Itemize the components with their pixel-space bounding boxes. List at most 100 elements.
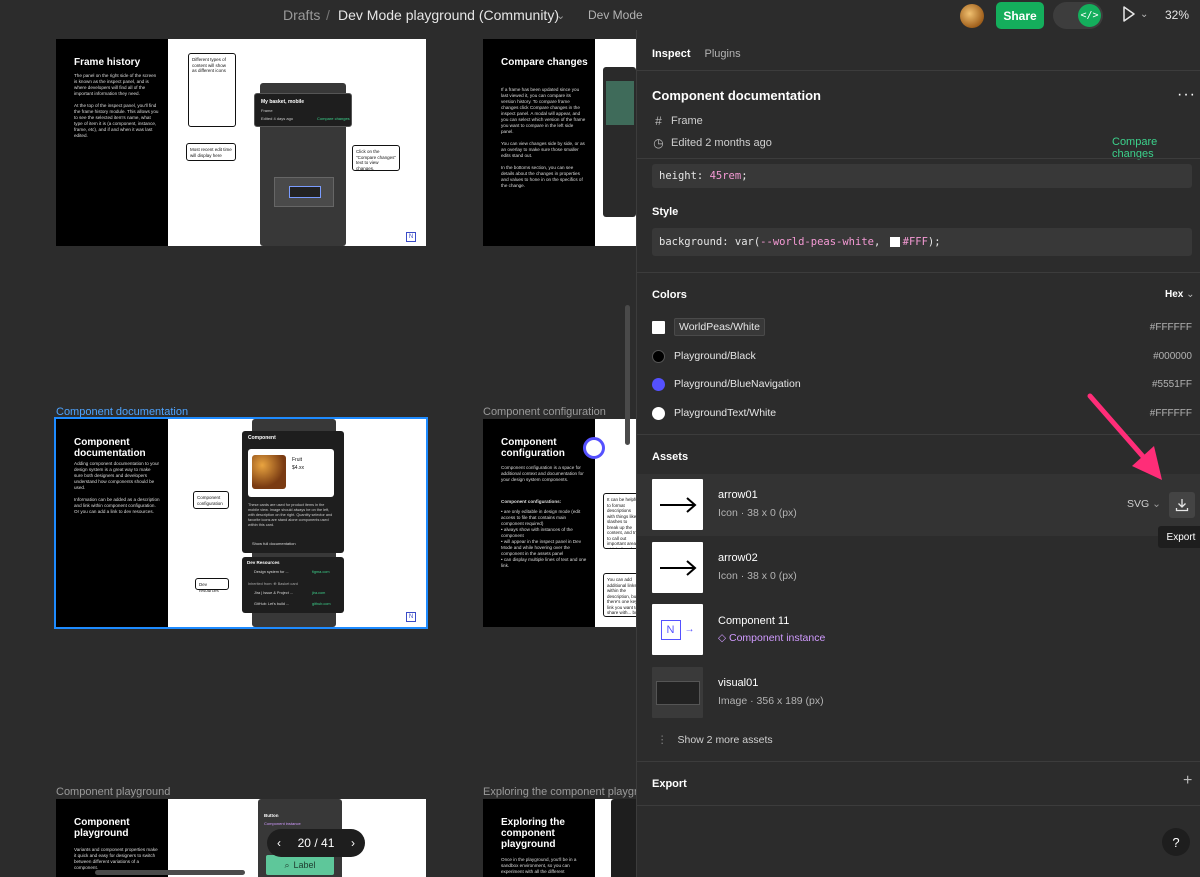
frame-body: The panel on the right side of the scree… xyxy=(74,73,159,138)
annotation-note: Dev resources xyxy=(195,578,229,593)
frame-component-documentation[interactable]: Component documentation Adding component… xyxy=(54,417,428,629)
frame-title: Exploring the component playground xyxy=(501,817,565,850)
annotation-note: Click on the "Compare changes" text to v… xyxy=(352,145,400,171)
show-more-assets[interactable]: ⋮ Show 2 more assets xyxy=(657,734,773,746)
color-name: Playground/BlueNavigation xyxy=(674,378,801,390)
color-row[interactable]: WorldPeas/White #FFFFFF xyxy=(652,317,1192,337)
chevron-left-icon[interactable]: ‹ xyxy=(277,836,281,850)
history-icon: ◷ xyxy=(653,136,664,150)
asset-meta: Icon · 38 x 0 (px) xyxy=(718,570,797,582)
color-swatch xyxy=(652,406,665,420)
compare-changes-link[interactable]: Compare changes xyxy=(1112,136,1200,160)
help-button[interactable]: ? xyxy=(1162,828,1190,856)
frame-title: Component configuration xyxy=(501,437,565,459)
frame-title: Component playground xyxy=(74,817,130,839)
layout-code-block[interactable]: height: 45rem; xyxy=(652,164,1192,188)
frame-component-playground[interactable]: Component playground Variants and compon… xyxy=(56,799,426,877)
frame-hash-icon: # xyxy=(655,114,662,128)
asset-row[interactable]: arrow02 Icon · 38 x 0 (px) xyxy=(637,537,1200,599)
annotation-note: It can be helpful to format descriptions… xyxy=(603,493,636,549)
frame-title: Compare changes xyxy=(501,57,588,68)
file-menu-chevron-icon[interactable]: ⌄ xyxy=(556,9,565,22)
color-swatch xyxy=(652,377,665,391)
frame-label-component-documentation[interactable]: Component documentation xyxy=(56,406,188,418)
assets-section-title: Assets xyxy=(652,451,689,463)
color-hex: #000000 xyxy=(1153,350,1192,362)
edited-time: Edited 2 months ago xyxy=(671,137,772,149)
present-play-icon[interactable] xyxy=(1122,6,1136,27)
pager-total: 41 xyxy=(321,836,335,850)
export-download-button[interactable] xyxy=(1169,492,1195,518)
more-options-icon[interactable]: ··· xyxy=(1177,86,1196,104)
frame-label-component-playground[interactable]: Component playground xyxy=(56,786,170,798)
color-name: Playground/Black xyxy=(674,350,756,362)
arrow-right-icon xyxy=(659,559,697,576)
chevron-right-icon[interactable]: › xyxy=(351,836,355,850)
frame-exploring-playground[interactable]: Exploring the component playground Once … xyxy=(483,799,636,877)
frame-title: Component documentation xyxy=(74,437,146,459)
annotation-note: Most recent edit time will display here xyxy=(186,143,236,161)
asset-thumbnail xyxy=(652,542,703,593)
arrow-right-icon xyxy=(659,496,697,513)
frame-label-component-configuration[interactable]: Component configuration xyxy=(483,406,606,418)
breadcrumb-separator: / xyxy=(326,7,330,23)
frame-body: Adding component documentation to your d… xyxy=(74,461,160,514)
n-badge-icon: N xyxy=(406,232,416,242)
mini-frame-history-card: My basket, mobile Frame Edited 4 days ag… xyxy=(254,93,352,127)
frame-frame-history[interactable]: Frame history The panel on the right sid… xyxy=(56,39,426,246)
color-swatch xyxy=(889,237,900,247)
color-format-select[interactable]: Hex ⌄ xyxy=(1165,289,1195,300)
frame-compare-changes[interactable]: Compare changes If a frame has been upda… xyxy=(483,39,636,246)
n-badge-icon: N xyxy=(406,612,416,622)
asset-name: Component 11 xyxy=(718,615,790,627)
present-chevron-icon[interactable]: ⌄ xyxy=(1140,9,1148,20)
vertical-scrollbar[interactable] xyxy=(625,305,630,445)
asset-meta: Image · 356 x 189 (px) xyxy=(718,695,824,707)
mini-dev-resources: Dev Resources Design system for ... figm… xyxy=(242,557,344,613)
mode-label: Dev Mode xyxy=(588,8,643,22)
annotation-arrow-icon xyxy=(1087,393,1162,480)
pager-current: 20 xyxy=(297,836,311,850)
share-button[interactable]: Share xyxy=(996,2,1044,29)
colors-section-title: Colors xyxy=(652,289,687,301)
selection-title: Component documentation xyxy=(652,88,821,103)
selection-type: Frame xyxy=(671,115,703,127)
code-icon: </> xyxy=(1078,4,1101,27)
color-name: WorldPeas/White xyxy=(674,318,765,336)
horizontal-scrollbar[interactable] xyxy=(95,870,245,875)
asset-format-select[interactable]: SVG ⌄ xyxy=(1127,498,1161,510)
frame-body: Component configuration is a space for a… xyxy=(501,465,584,482)
canvas[interactable]: Frame history The panel on the right sid… xyxy=(0,30,636,877)
export-section-title: Export xyxy=(652,778,687,790)
frame-label-exploring-playground[interactable]: Exploring the component playgro xyxy=(483,786,636,798)
plus-icon[interactable]: + xyxy=(1183,772,1192,790)
asset-row[interactable]: visual01 Image · 356 x 189 (px) xyxy=(637,662,1200,724)
annotation-note: Component configuration xyxy=(193,491,229,509)
annotation-note: You can add additional links within the … xyxy=(603,573,636,617)
mini-component-card: Component Fruit $4.xx These cards are us… xyxy=(242,431,344,553)
breadcrumb-drafts[interactable]: Drafts xyxy=(283,7,320,23)
style-code-block[interactable]: background: var(--world-peas-white, #FFF… xyxy=(652,228,1192,256)
instance-diamond-icon: ◇ xyxy=(718,632,727,644)
asset-name: visual01 xyxy=(718,677,759,689)
badge-icon xyxy=(583,437,605,459)
asset-meta: ◇ Component instance xyxy=(718,632,826,644)
color-row[interactable]: Playground/Black #000000 xyxy=(652,346,1192,366)
top-bar: Drafts / Dev Mode playground (Community)… xyxy=(0,0,1200,30)
dev-mode-toggle[interactable]: </> xyxy=(1053,2,1103,29)
frame-body: Once in the playground, you'll be in a s… xyxy=(501,857,577,874)
annotation-note: Different types of content will show as … xyxy=(188,53,236,127)
frame-pager: ‹ 20 / 41 › xyxy=(267,829,365,857)
asset-row[interactable]: N → Component 11 ◇ Component instance xyxy=(637,599,1200,661)
zoom-level[interactable]: 32% xyxy=(1165,8,1189,22)
color-swatch xyxy=(652,349,665,363)
file-name[interactable]: Dev Mode playground (Community) xyxy=(338,7,559,23)
avatar[interactable] xyxy=(960,4,984,28)
frame-component-configuration[interactable]: Component configuration Component config… xyxy=(483,419,636,627)
color-name: PlaygroundText/White xyxy=(674,407,777,419)
tab-plugins[interactable]: Plugins xyxy=(705,48,741,60)
frame-body: Variants and component properties make i… xyxy=(74,847,158,870)
download-icon xyxy=(1175,499,1189,512)
tab-inspect[interactable]: Inspect xyxy=(652,48,691,60)
asset-name: arrow01 xyxy=(718,489,758,501)
